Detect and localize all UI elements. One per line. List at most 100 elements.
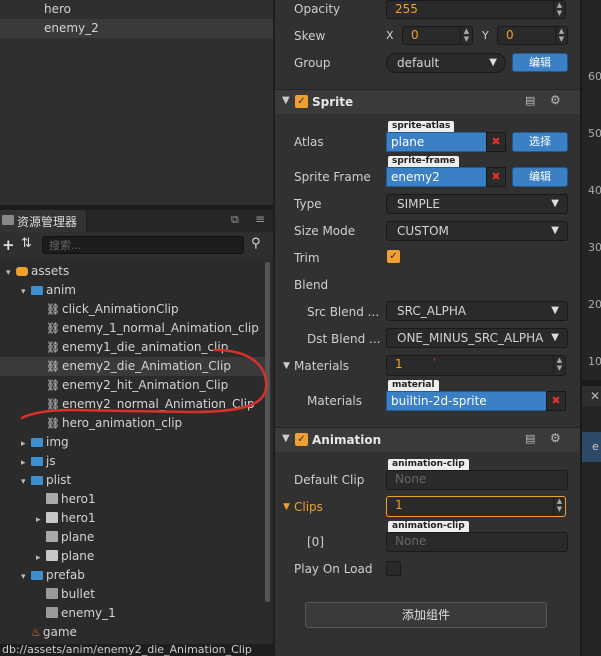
sprite-section-header[interactable]: ▼ ✓ Sprite ▤ ⚙ — [275, 89, 580, 114]
asset-tree-item[interactable]: ▸ js — [21, 452, 56, 471]
sprite-frame-type-tag: sprite-frame — [388, 156, 460, 167]
opacity-field[interactable]: 255 ▲ ▼ — [386, 0, 566, 19]
trim-label: Trim — [294, 251, 320, 265]
search-input[interactable]: 搜索... — [42, 236, 244, 254]
asset-tree-label: anim — [46, 283, 76, 297]
popout-icon[interactable]: ⧉ — [231, 213, 239, 227]
book-icon[interactable]: ▤ — [525, 94, 535, 107]
sprite-frame-label: Sprite Frame — [294, 170, 371, 184]
asset-tree-label: bullet — [61, 587, 95, 601]
gear-icon[interactable]: ⚙ — [550, 431, 561, 445]
size-mode-select[interactable]: CUSTOM ▼ — [386, 221, 568, 241]
clear-icon[interactable]: ✖ — [486, 132, 506, 152]
material-field[interactable]: builtin-2d-sprite — [386, 391, 547, 411]
folder-icon — [2, 215, 14, 225]
spinner-icon[interactable]: ▲ ▼ — [553, 1, 565, 18]
chevron-down-icon: ▼ — [551, 198, 559, 209]
collapse-arrow-icon[interactable]: ▼ — [283, 361, 290, 371]
spinner-icon[interactable]: ▲ ▼ — [553, 497, 565, 516]
ruler-tick-label: 50 — [588, 127, 601, 140]
plist-icon — [46, 493, 58, 504]
group-select[interactable]: default ▼ — [386, 53, 506, 73]
sprite-frame-edit-button[interactable]: 编辑 — [512, 167, 568, 187]
chevron-down-icon: ▼ — [551, 305, 559, 316]
asset-tree-item[interactable]: ♨ game — [21, 623, 77, 642]
animation-enabled-checkbox[interactable]: ✓ — [295, 433, 308, 446]
asset-tree-item[interactable]: ⛓ enemy_1_normal_Animation_clip — [36, 319, 259, 338]
asset-tree-item[interactable]: ⛓ click_AnimationClip — [36, 300, 179, 319]
skew-x-field[interactable]: 0 ▲ ▼ — [402, 26, 473, 45]
collapse-arrow-icon[interactable]: ▼ — [282, 433, 290, 444]
asset-tree-item[interactable]: plane — [36, 528, 94, 547]
expand-arrow-icon[interactable]: ▾ — [21, 473, 31, 492]
opacity-value: 255 — [395, 2, 418, 16]
materials-count-field[interactable]: 1 ▲ ▼ — [386, 355, 566, 376]
spinner-icon[interactable]: ▲ ▼ — [460, 27, 472, 44]
sprite-title: Sprite — [312, 95, 354, 109]
sprite-frame-field[interactable]: enemy2 — [386, 167, 487, 187]
menu-icon[interactable]: ≡ — [255, 212, 265, 226]
book-icon[interactable]: ▤ — [525, 432, 535, 445]
atlas-select-button[interactable]: 选择 — [512, 132, 568, 152]
asset-tree-item[interactable]: ▾ plist — [21, 471, 71, 490]
expand-arrow-icon[interactable]: ▾ — [21, 283, 31, 302]
asset-tree-item[interactable]: ▾ assets — [6, 262, 69, 281]
animation-title: Animation — [312, 433, 382, 447]
asset-tree-item[interactable]: hero1 — [36, 490, 96, 509]
ruler-tick-label: 40 — [588, 184, 601, 197]
expand-arrow-icon[interactable]: ▾ — [21, 568, 31, 587]
asset-tree-item[interactable]: ▸ plane — [36, 547, 94, 566]
skew-y-field[interactable]: 0 ▲ ▼ — [497, 26, 568, 45]
scene-icon: ♨ — [31, 626, 41, 639]
atlas-field[interactable]: plane — [386, 132, 487, 152]
console-row[interactable]: e — [582, 432, 601, 462]
hierarchy-item-hero[interactable]: hero — [0, 0, 273, 19]
spinner-icon[interactable]: ▲ ▼ — [555, 27, 567, 44]
group-value: default — [397, 56, 440, 70]
atlas-label: Atlas — [294, 135, 324, 149]
sort-icon[interactable]: ⇅ — [21, 236, 32, 251]
expand-arrow-icon[interactable]: ▾ — [6, 264, 16, 283]
asset-tree-item[interactable]: ▾ prefab — [21, 566, 85, 585]
asset-tree-item[interactable]: ▸ img — [21, 433, 69, 452]
folder-icon — [31, 476, 43, 485]
type-select[interactable]: SIMPLE ▼ — [386, 194, 568, 214]
prefab-icon — [46, 607, 58, 618]
spinner-icon[interactable]: ▲ ▼ — [553, 356, 565, 375]
tree-scrollbar[interactable] — [265, 262, 270, 602]
src-blend-label: Src Blend ... — [307, 305, 380, 319]
asset-tree-item[interactable]: bullet — [36, 585, 95, 604]
type-label: Type — [294, 197, 322, 211]
asset-tree-item[interactable]: ▾ anim — [21, 281, 76, 300]
clip0-field[interactable]: None — [386, 532, 568, 552]
group-label: Group — [294, 56, 331, 70]
hierarchy-item-enemy-2[interactable]: enemy_2 — [0, 19, 273, 38]
assets-tab-label: 资源管理器 — [17, 215, 78, 229]
clips-count-field[interactable]: 1 ▲ ▼ — [386, 496, 566, 517]
search-icon[interactable]: ⚲ — [251, 236, 261, 251]
trim-checkbox[interactable]: ✓ — [387, 250, 400, 263]
clear-icon[interactable]: ✖ — [546, 391, 566, 411]
sprite-enabled-checkbox[interactable]: ✓ — [295, 95, 308, 108]
default-clip-field[interactable]: None — [386, 470, 568, 490]
clear-icon[interactable]: ✖ — [486, 167, 506, 187]
gear-icon[interactable]: ⚙ — [550, 93, 561, 107]
group-edit-button[interactable]: 编辑 — [512, 53, 568, 72]
dst-blend-label: Dst Blend ... — [307, 332, 381, 346]
collapse-arrow-icon[interactable]: ▼ — [282, 95, 290, 106]
add-component-button[interactable]: 添加组件 — [305, 602, 547, 628]
close-icon[interactable]: ✕ — [582, 386, 601, 406]
asset-tree-label: plane — [61, 530, 95, 544]
add-icon[interactable]: + — [2, 236, 15, 254]
asset-tree-item[interactable]: enemy_1 — [36, 604, 116, 623]
animation-section-header[interactable]: ▼ ✓ Animation ▤ ⚙ — [275, 427, 580, 452]
asset-tree-label: js — [46, 454, 56, 468]
collapse-arrow-icon[interactable]: ▼ — [283, 502, 290, 512]
skew-label: Skew — [294, 29, 326, 43]
plist-icon — [46, 531, 58, 542]
play-on-load-checkbox[interactable] — [386, 561, 401, 576]
src-blend-select[interactable]: SRC_ALPHA ▼ — [386, 301, 568, 321]
dst-blend-select[interactable]: ONE_MINUS_SRC_ALPHA ▼ — [386, 328, 568, 348]
assets-tab[interactable]: 资源管理器 — [0, 210, 87, 232]
asset-tree-item[interactable]: ▸ hero1 — [36, 509, 96, 528]
